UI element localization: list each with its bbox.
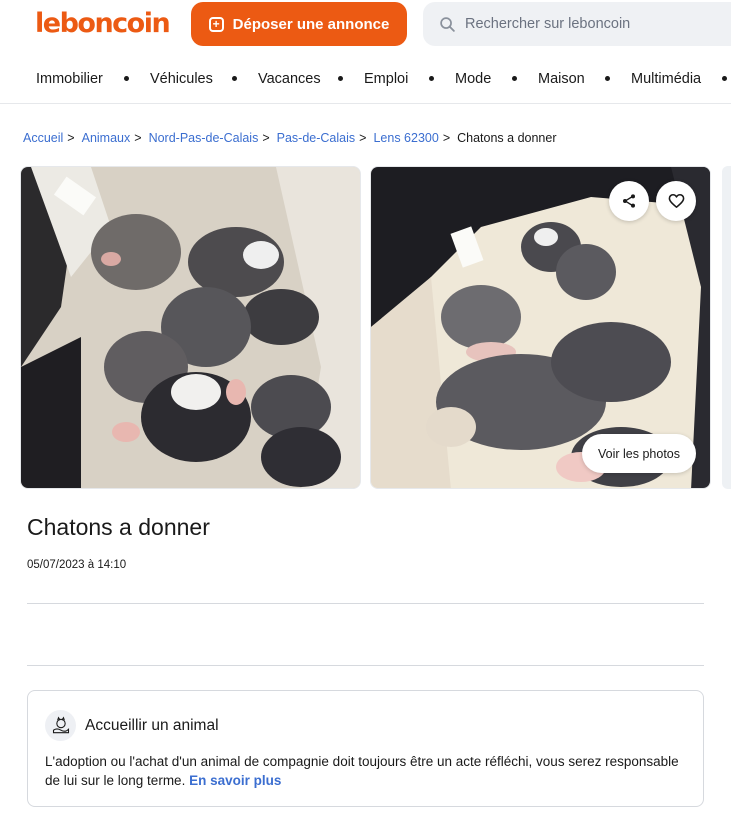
- category-emploi[interactable]: Emploi: [364, 71, 408, 87]
- ad-date: 05/07/2023 à 14:10: [27, 559, 127, 571]
- animal-care-icon: [45, 710, 76, 741]
- breadcrumb-separator: >: [67, 131, 75, 145]
- nav-separator-dot: [429, 76, 434, 81]
- category-vehicules[interactable]: Véhicules: [150, 71, 213, 87]
- breadcrumb-city[interactable]: Lens 62300: [373, 131, 438, 145]
- nav-separator-dot: [124, 76, 129, 81]
- ad-title: Chatons a donner: [27, 514, 210, 540]
- adoption-info-card: Accueillir un animal L'adoption ou l'ach…: [27, 690, 704, 807]
- nav-separator-dot: [722, 76, 727, 81]
- nav-separator-dot: [232, 76, 237, 81]
- nav-separator-dot: [338, 76, 343, 81]
- category-mode[interactable]: Mode: [455, 71, 491, 87]
- next-photo-peek: [722, 166, 731, 489]
- heart-icon: [668, 193, 684, 208]
- breadcrumb-separator: >: [262, 131, 270, 145]
- breadcrumb: Accueil > Animaux > Nord-Pas-de-Calais > Pa…: [23, 131, 557, 145]
- breadcrumb-separator: >: [134, 131, 142, 145]
- category-vacances[interactable]: Vacances: [258, 71, 321, 87]
- header: leboncoin + Déposer une annonce: [0, 0, 731, 50]
- card-body: L'adoption ou l'achat d'un animal de com…: [45, 754, 679, 788]
- search-bar[interactable]: [423, 2, 731, 46]
- category-multimedia[interactable]: Multimédia: [631, 71, 701, 87]
- category-maison[interactable]: Maison: [538, 71, 585, 87]
- category-nav: Immobilier Véhicules Vacances Emploi Mod…: [0, 56, 731, 104]
- card-text: L'adoption ou l'achat d'un animal de com…: [45, 752, 685, 790]
- post-ad-label: Déposer une annonce: [232, 15, 390, 33]
- share-icon: [623, 194, 635, 208]
- breadcrumb-animaux[interactable]: Animaux: [82, 131, 131, 145]
- divider: [27, 603, 704, 604]
- breadcrumb-accueil[interactable]: Accueil: [23, 131, 63, 145]
- plus-icon: +: [208, 16, 224, 32]
- breadcrumb-separator: >: [359, 131, 367, 145]
- nav-separator-dot: [605, 76, 610, 81]
- search-input[interactable]: [465, 16, 725, 32]
- breadcrumb-department[interactable]: Pas-de-Calais: [277, 131, 356, 145]
- ad-photo-main[interactable]: [20, 166, 361, 489]
- see-photos-button[interactable]: Voir les photos: [582, 434, 696, 473]
- breadcrumb-region[interactable]: Nord-Pas-de-Calais: [149, 131, 259, 145]
- divider: [27, 665, 704, 666]
- share-button[interactable]: [609, 181, 649, 221]
- nav-separator-dot: [512, 76, 517, 81]
- favorite-button[interactable]: [656, 181, 696, 221]
- logo[interactable]: leboncoin: [35, 8, 171, 39]
- learn-more-link[interactable]: En savoir plus: [189, 773, 281, 788]
- search-icon: [440, 16, 455, 32]
- category-immobilier[interactable]: Immobilier: [36, 71, 103, 87]
- post-ad-button[interactable]: + Déposer une annonce: [191, 2, 407, 46]
- card-title: Accueillir un animal: [85, 717, 219, 734]
- breadcrumb-current: Chatons a donner: [457, 131, 557, 145]
- breadcrumb-separator: >: [442, 131, 451, 145]
